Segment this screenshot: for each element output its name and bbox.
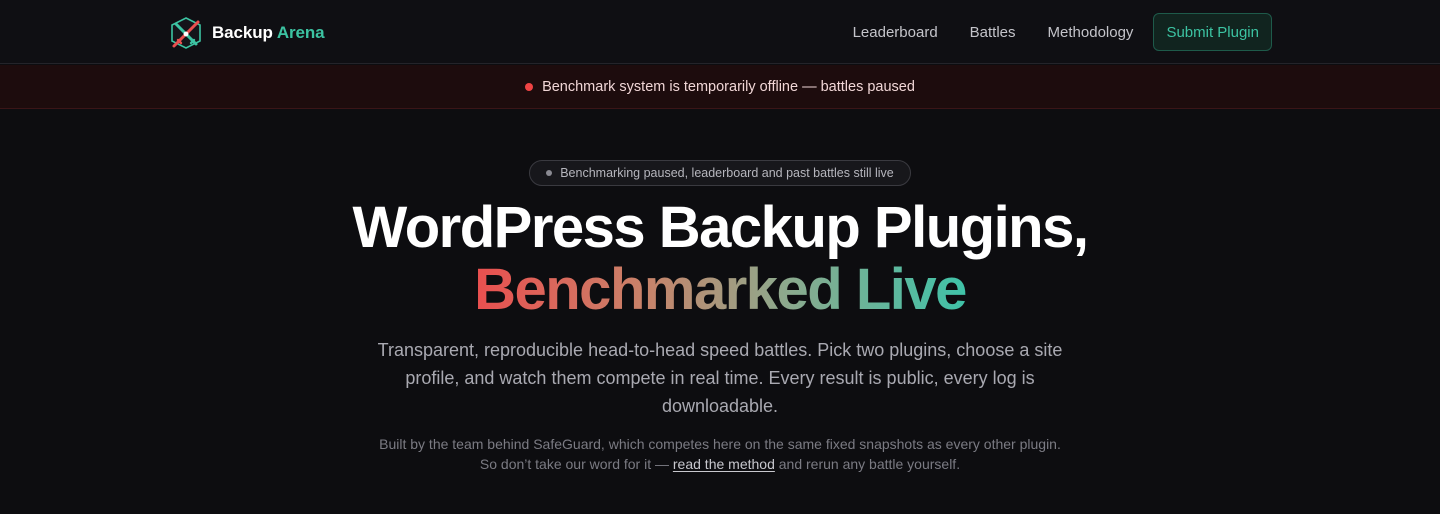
nav-methodology[interactable]: Methodology bbox=[1048, 24, 1134, 41]
headline-line-1: WordPress Backup Plugins, bbox=[352, 195, 1089, 260]
pill-text: Benchmarking paused, leaderboard and pas… bbox=[560, 166, 894, 180]
disclaimer-text-after: and rerun any battle yourself. bbox=[774, 456, 961, 472]
main-nav: Leaderboard Battles Methodology Submit P… bbox=[853, 13, 1272, 51]
status-dot-icon bbox=[525, 82, 534, 91]
hero-disclaimer: Built by the team behind SafeGuard, whic… bbox=[370, 434, 1070, 474]
brand-home-link[interactable]: Backup Arena bbox=[168, 16, 325, 50]
pill-dot-icon bbox=[546, 170, 553, 176]
brand-name-primary: Backup bbox=[212, 23, 273, 42]
hero-description: Transparent, reproducible head-to-head s… bbox=[377, 340, 1063, 416]
nav-leaderboard[interactable]: Leaderboard bbox=[853, 24, 938, 41]
top-header: Backup Arena Leaderboard Battles Methodo… bbox=[0, 0, 1440, 64]
nav-battles[interactable]: Battles bbox=[970, 24, 1016, 41]
hero-headline: WordPress Backup Plugins, Benchmarked Li… bbox=[0, 196, 1440, 320]
status-pill: Benchmarking paused, leaderboard and pas… bbox=[529, 160, 911, 186]
read-method-link[interactable]: read the method bbox=[673, 456, 775, 472]
brand-name: Backup Arena bbox=[212, 23, 325, 43]
submit-plugin-button[interactable]: Submit Plugin bbox=[1153, 13, 1272, 51]
page: Backup Arena Leaderboard Battles Methodo… bbox=[0, 0, 1440, 514]
brand-name-accent: Arena bbox=[276, 23, 325, 42]
headline-line-2-gradient: Benchmarked Live bbox=[474, 257, 967, 322]
offline-alert-banner: Benchmark system is temporarily offline … bbox=[0, 65, 1440, 109]
alert-text: Benchmark system is temporarily offline … bbox=[542, 78, 915, 95]
crossed-swords-icon bbox=[171, 17, 201, 49]
